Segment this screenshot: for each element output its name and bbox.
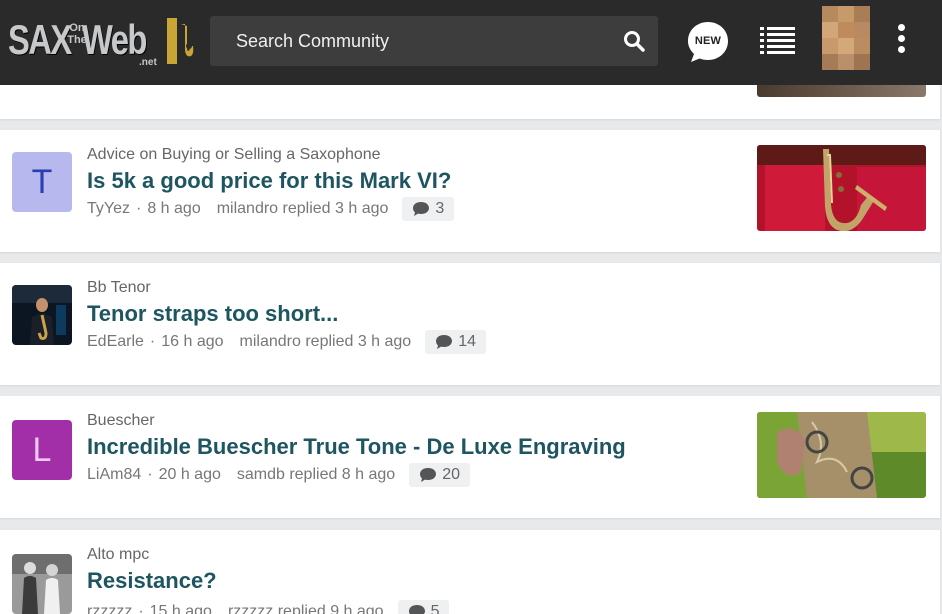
reply-count: 14 [458,333,476,350]
last-reply[interactable]: rzzzzz replied 9 h ago [228,603,384,614]
thread-author[interactable]: TyYez [87,200,130,218]
list-icon[interactable] [760,26,796,58]
saxophone-logo-icon [167,18,194,64]
reply-count: 20 [442,466,460,483]
thread-meta: LiAm84 · 20 h ago samdb replied 8 h ago … [87,463,470,487]
author-photo [12,554,72,614]
reply-count: 3 [435,200,445,217]
meta-separator: · [149,333,156,350]
thread-title[interactable]: Tenor straps too short... [87,301,338,327]
thread-title[interactable]: Resistance? [87,568,217,594]
thread-author[interactable]: LiAm84 [87,466,141,484]
thread-card[interactable]: L Buescher Incredible Buescher True Tone… [0,396,940,518]
thread-category[interactable]: Alto mpc [87,546,149,564]
thread-title[interactable]: Incredible Buescher True Tone - De Luxe … [87,434,626,460]
comment-bubble-icon [436,335,453,349]
reply-count-badge[interactable]: 5 [397,600,450,614]
meta-separator: · [147,466,153,483]
last-reply[interactable]: samdb replied 8 h ago [237,466,395,484]
thread-card[interactable]: Bb Tenor Tenor straps too short... EdEar… [0,263,940,385]
new-posts-button[interactable]: NEW [686,20,730,64]
author-avatar[interactable]: L [12,420,72,480]
thread-meta: rzzzzz · 15 h ago rzzzzz replied 9 h ago… [87,600,450,614]
last-reply[interactable]: milandro replied 3 h ago [240,333,412,351]
search-input[interactable]: Search Community [236,31,389,52]
comment-bubble-icon [408,605,425,614]
thread-category[interactable]: Buescher [87,412,155,430]
thread-meta: TyYez · 8 h ago milandro replied 3 h ago… [87,197,455,221]
search-bar[interactable]: Search Community [210,16,658,66]
thread-age: 20 h ago [158,466,221,483]
last-reply[interactable]: milandro replied 3 h ago [217,200,389,218]
thread-title[interactable]: Is 5k a good price for this Mark VI? [87,168,451,194]
engraved-saxophone-image [757,412,926,498]
author-avatar[interactable] [12,285,72,345]
author-avatar[interactable] [12,554,72,614]
author-avatar[interactable]: T [12,152,72,212]
comment-bubble-icon [420,468,437,482]
comment-bubble-icon [413,202,430,216]
thread-thumbnail[interactable] [757,145,926,231]
more-vertical-icon[interactable] [892,24,910,58]
thread-card[interactable]: T Advice on Buying or Selling a Saxophon… [0,130,940,252]
logo-sax-text: SAX [8,16,72,63]
reply-count-badge[interactable]: 20 [409,463,470,487]
thread-category[interactable]: Bb Tenor [87,279,151,297]
thread-meta: EdEarle · 16 h ago milandro replied 3 h … [87,330,486,354]
thread-thumbnail[interactable] [757,412,926,498]
meta-separator: · [136,200,142,217]
reply-count-badge[interactable]: 14 [425,330,486,354]
thread-age: 16 h ago [161,333,224,350]
user-avatar[interactable] [822,6,870,70]
thread-card[interactable]: Alto mpc Resistance? rzzzzz · 15 h ago r… [0,530,940,614]
author-photo [12,285,72,345]
saxophone-case-image [757,145,926,231]
thread-author[interactable]: rzzzzz [87,603,132,614]
reply-count: 5 [430,603,440,614]
thread-card-partial[interactable] [0,75,940,119]
search-icon[interactable] [622,29,646,53]
logo-net-text: .net [139,57,157,68]
new-posts-label: NEW [694,35,722,47]
thread-author[interactable]: EdEarle [87,333,144,351]
page: SAX On The Web .net Search Community NEW… [0,0,942,614]
thread-age: 8 h ago [147,200,201,217]
site-logo[interactable]: SAX On The Web .net [8,12,198,70]
meta-separator: · [138,603,144,614]
thread-age: 15 h ago [149,603,212,614]
thread-category[interactable]: Advice on Buying or Selling a Saxophone [87,146,381,164]
top-nav-bar: SAX On The Web .net Search Community NEW [0,0,942,85]
reply-count-badge[interactable]: 3 [402,197,455,221]
logo-web-text: Web [82,16,147,63]
